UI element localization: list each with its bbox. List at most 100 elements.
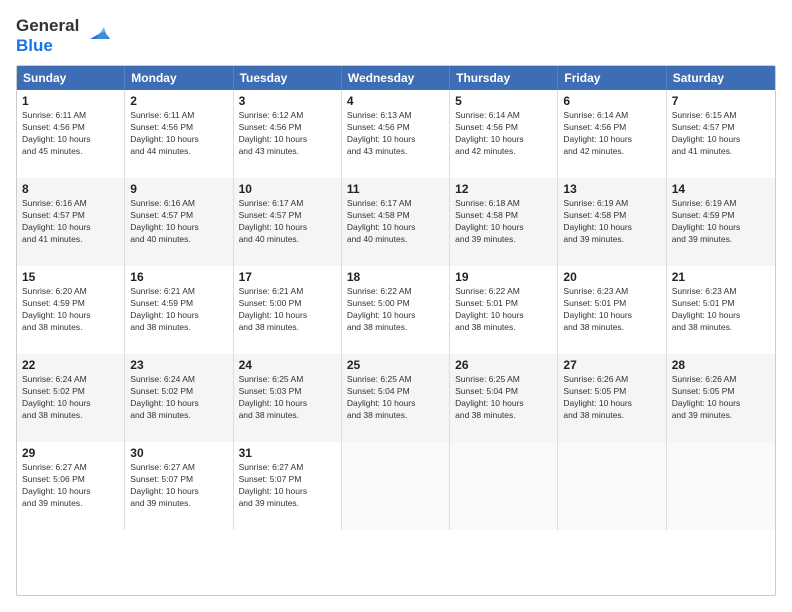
day-info: Sunrise: 6:22 AMSunset: 5:01 PMDaylight:… <box>455 286 552 334</box>
day-cell-28: 28Sunrise: 6:26 AMSunset: 5:05 PMDayligh… <box>667 354 775 442</box>
empty-cell <box>667 442 775 530</box>
day-info: Sunrise: 6:13 AMSunset: 4:56 PMDaylight:… <box>347 110 444 158</box>
day-cell-13: 13 Sunrise: 6:19 AMSunset: 4:58 PMDayligh… <box>558 178 666 266</box>
calendar-page: GeneralBlue SundayMondayTuesdayWednesday… <box>0 0 792 612</box>
day-info: Sunrise: 6:27 AMSunset: 5:06 PMDaylight:… <box>22 462 119 510</box>
day-cell-27: 27Sunrise: 6:26 AMSunset: 5:05 PMDayligh… <box>558 354 666 442</box>
day-cell-16: 16 Sunrise: 6:21 AMSunset: 4:59 PMDayligh… <box>125 266 233 354</box>
header-day-sunday: Sunday <box>17 66 125 90</box>
day-number: 3 <box>239 94 336 108</box>
day-number: 1 <box>22 94 119 108</box>
day-info: Sunrise: 6:24 AMSunset: 5:02 PMDaylight:… <box>22 374 119 422</box>
day-info: Sunrise: 6:21 AMSunset: 5:00 PMDaylight:… <box>239 286 336 334</box>
day-info: Sunrise: 6:16 AMSunset: 4:57 PMDaylight:… <box>130 198 227 246</box>
day-number: 28 <box>672 358 770 372</box>
day-cell-23: 23 Sunrise: 6:24 AMSunset: 5:02 PMDayligh… <box>125 354 233 442</box>
calendar-row-2: 8 Sunrise: 6:16 AMSunset: 4:57 PMDaylight… <box>17 178 775 266</box>
day-info: Sunrise: 6:15 AMSunset: 4:57 PMDaylight:… <box>672 110 770 158</box>
day-number: 27 <box>563 358 660 372</box>
day-info: Sunrise: 6:23 AMSunset: 5:01 PMDaylight:… <box>563 286 660 334</box>
day-number: 18 <box>347 270 444 284</box>
day-number: 4 <box>347 94 444 108</box>
day-cell-8: 8Sunrise: 6:16 AMSunset: 4:57 PMDaylight… <box>17 178 125 266</box>
day-number: 11 <box>347 182 444 196</box>
day-number: 9 <box>130 182 227 196</box>
day-number: 25 <box>347 358 444 372</box>
day-info: Sunrise: 6:23 AMSunset: 5:01 PMDaylight:… <box>672 286 770 334</box>
calendar-row-3: 15Sunrise: 6:20 AMSunset: 4:59 PMDayligh… <box>17 266 775 354</box>
logo-icon <box>82 17 112 47</box>
day-info: Sunrise: 6:27 AMSunset: 5:07 PMDaylight:… <box>239 462 336 510</box>
day-info: Sunrise: 6:25 AMSunset: 5:03 PMDaylight:… <box>239 374 336 422</box>
day-info: Sunrise: 6:17 AMSunset: 4:58 PMDaylight:… <box>347 198 444 246</box>
empty-cell <box>342 442 450 530</box>
day-info: Sunrise: 6:14 AMSunset: 4:56 PMDaylight:… <box>563 110 660 158</box>
day-number: 24 <box>239 358 336 372</box>
day-number: 17 <box>239 270 336 284</box>
day-info: Sunrise: 6:14 AMSunset: 4:56 PMDaylight:… <box>455 110 552 158</box>
day-info: Sunrise: 6:11 AMSunset: 4:56 PMDaylight:… <box>130 110 227 158</box>
day-info: Sunrise: 6:19 AMSunset: 4:59 PMDaylight:… <box>672 198 770 246</box>
header-day-wednesday: Wednesday <box>342 66 450 90</box>
day-cell-29: 29 Sunrise: 6:27 AMSunset: 5:06 PMDayligh… <box>17 442 125 530</box>
day-cell-25: 25 Sunrise: 6:25 AMSunset: 5:04 PMDayligh… <box>342 354 450 442</box>
day-number: 16 <box>130 270 227 284</box>
day-cell-24: 24 Sunrise: 6:25 AMSunset: 5:03 PMDayligh… <box>234 354 342 442</box>
empty-cell <box>558 442 666 530</box>
day-cell-26: 26 Sunrise: 6:25 AMSunset: 5:04 PMDayligh… <box>450 354 558 442</box>
day-number: 8 <box>22 182 119 196</box>
calendar-row-1: 1 Sunrise: 6:11 AMSunset: 4:56 PMDaylight… <box>17 90 775 178</box>
day-number: 2 <box>130 94 227 108</box>
day-info: Sunrise: 6:19 AMSunset: 4:58 PMDaylight:… <box>563 198 660 246</box>
day-cell-1: 1 Sunrise: 6:11 AMSunset: 4:56 PMDaylight… <box>17 90 125 178</box>
calendar-row-5: 29 Sunrise: 6:27 AMSunset: 5:06 PMDayligh… <box>17 442 775 520</box>
day-cell-15: 15Sunrise: 6:20 AMSunset: 4:59 PMDayligh… <box>17 266 125 354</box>
day-number: 13 <box>563 182 660 196</box>
day-number: 31 <box>239 446 336 460</box>
day-cell-14: 14 Sunrise: 6:19 AMSunset: 4:59 PMDayligh… <box>667 178 775 266</box>
day-info: Sunrise: 6:25 AMSunset: 5:04 PMDaylight:… <box>455 374 552 422</box>
day-cell-17: 17 Sunrise: 6:21 AMSunset: 5:00 PMDayligh… <box>234 266 342 354</box>
day-cell-22: 22 Sunrise: 6:24 AMSunset: 5:02 PMDayligh… <box>17 354 125 442</box>
day-info: Sunrise: 6:27 AMSunset: 5:07 PMDaylight:… <box>130 462 227 510</box>
day-info: Sunrise: 6:22 AMSunset: 5:00 PMDaylight:… <box>347 286 444 334</box>
day-number: 6 <box>563 94 660 108</box>
day-cell-7: 7 Sunrise: 6:15 AMSunset: 4:57 PMDaylight… <box>667 90 775 178</box>
day-cell-10: 10 Sunrise: 6:17 AMSunset: 4:57 PMDayligh… <box>234 178 342 266</box>
day-cell-21: 21 Sunrise: 6:23 AMSunset: 5:01 PMDayligh… <box>667 266 775 354</box>
day-number: 5 <box>455 94 552 108</box>
day-cell-30: 30Sunrise: 6:27 AMSunset: 5:07 PMDayligh… <box>125 442 233 530</box>
day-info: Sunrise: 6:12 AMSunset: 4:56 PMDaylight:… <box>239 110 336 158</box>
day-number: 21 <box>672 270 770 284</box>
day-number: 29 <box>22 446 119 460</box>
day-number: 10 <box>239 182 336 196</box>
day-cell-3: 3 Sunrise: 6:12 AMSunset: 4:56 PMDaylight… <box>234 90 342 178</box>
header-day-monday: Monday <box>125 66 233 90</box>
day-cell-11: 11 Sunrise: 6:17 AMSunset: 4:58 PMDayligh… <box>342 178 450 266</box>
calendar-row-4: 22 Sunrise: 6:24 AMSunset: 5:02 PMDayligh… <box>17 354 775 442</box>
day-info: Sunrise: 6:25 AMSunset: 5:04 PMDaylight:… <box>347 374 444 422</box>
day-number: 7 <box>672 94 770 108</box>
day-info: Sunrise: 6:17 AMSunset: 4:57 PMDaylight:… <box>239 198 336 246</box>
calendar-body: 1 Sunrise: 6:11 AMSunset: 4:56 PMDaylight… <box>17 90 775 520</box>
calendar-header: SundayMondayTuesdayWednesdayThursdayFrid… <box>17 66 775 90</box>
day-cell-9: 9 Sunrise: 6:16 AMSunset: 4:57 PMDaylight… <box>125 178 233 266</box>
day-number: 19 <box>455 270 552 284</box>
calendar: SundayMondayTuesdayWednesdayThursdayFrid… <box>16 65 776 596</box>
day-cell-4: 4 Sunrise: 6:13 AMSunset: 4:56 PMDaylight… <box>342 90 450 178</box>
day-cell-31: 31 Sunrise: 6:27 AMSunset: 5:07 PMDayligh… <box>234 442 342 530</box>
day-info: Sunrise: 6:21 AMSunset: 4:59 PMDaylight:… <box>130 286 227 334</box>
day-number: 22 <box>22 358 119 372</box>
empty-cell <box>450 442 558 530</box>
header-day-saturday: Saturday <box>667 66 775 90</box>
day-number: 23 <box>130 358 227 372</box>
day-cell-18: 18 Sunrise: 6:22 AMSunset: 5:00 PMDayligh… <box>342 266 450 354</box>
day-info: Sunrise: 6:24 AMSunset: 5:02 PMDaylight:… <box>130 374 227 422</box>
day-info: Sunrise: 6:18 AMSunset: 4:58 PMDaylight:… <box>455 198 552 246</box>
day-info: Sunrise: 6:11 AMSunset: 4:56 PMDaylight:… <box>22 110 119 158</box>
day-cell-12: 12Sunrise: 6:18 AMSunset: 4:58 PMDayligh… <box>450 178 558 266</box>
day-number: 14 <box>672 182 770 196</box>
day-info: Sunrise: 6:20 AMSunset: 4:59 PMDaylight:… <box>22 286 119 334</box>
day-number: 26 <box>455 358 552 372</box>
day-cell-19: 19 Sunrise: 6:22 AMSunset: 5:01 PMDayligh… <box>450 266 558 354</box>
